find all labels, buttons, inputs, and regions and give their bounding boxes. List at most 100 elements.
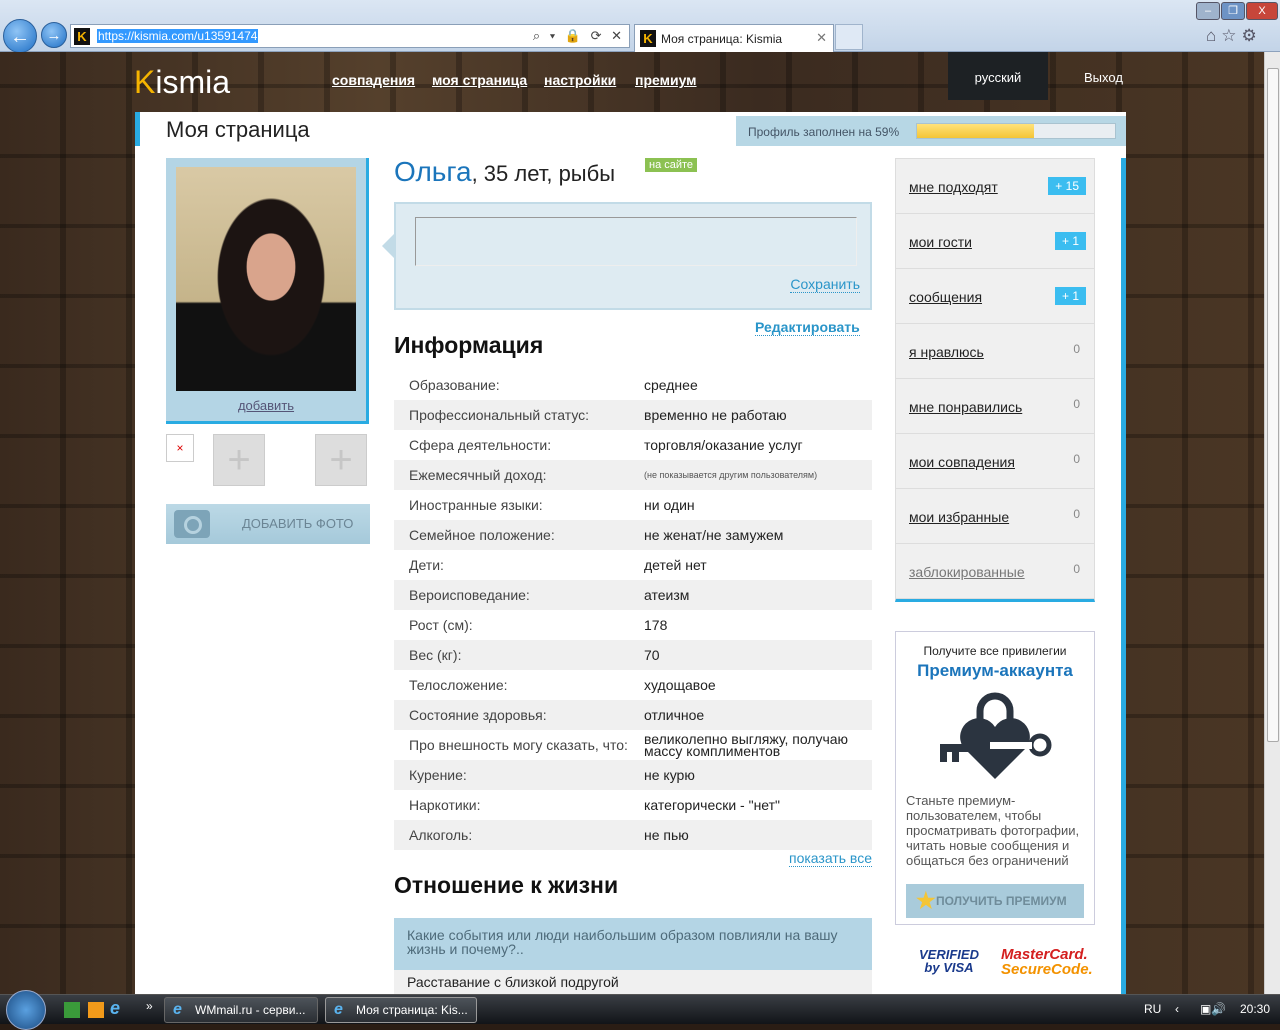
nav-settings[interactable]: настройки (544, 72, 616, 88)
address-tools-icons[interactable]: ⌕ ▾ 🔒 ⟳ ✕ (533, 28, 625, 44)
premium-text: Станьте премиум-пользователем, чтобы про… (906, 793, 1080, 868)
tray-expand-icon[interactable]: ‹ (1175, 1002, 1179, 1016)
star-icon: ★ (916, 888, 936, 913)
nav-my-page[interactable]: моя страница (432, 72, 527, 88)
info-heading: Информация (394, 332, 544, 358)
info-label: Профессиональный статус: (409, 407, 590, 423)
new-tab-button[interactable] (835, 24, 863, 50)
info-label: Ежемесячный доход: (409, 467, 547, 483)
language-selector[interactable]: русский (948, 52, 1048, 100)
info-label: Семейное положение: (409, 527, 555, 543)
mastercard-securecode-logo: MasterCard. SecureCode. (1001, 947, 1093, 977)
menu-item[interactable]: заблокированные 0 (896, 544, 1094, 599)
life-heading: Отношение к жизни (394, 872, 619, 898)
info-label: Вес (кг): (409, 647, 462, 663)
add-photo-button[interactable]: ДОБАВИТЬ ФОТО (166, 504, 370, 544)
profile-progress: Профиль заполнен на 59% (736, 116, 1126, 146)
menu-item[interactable]: я нравлюсь 0 (896, 324, 1094, 379)
menu-item[interactable]: мне подходят + 15 (896, 159, 1094, 214)
info-value: не курю (644, 767, 695, 783)
broken-image-icon: × (166, 434, 194, 462)
visa-line2: by VISA (924, 960, 974, 975)
life-answer: Расставание с близкой подругой (394, 970, 872, 994)
menu-item[interactable]: мои совпадения 0 (896, 434, 1094, 489)
menu-item[interactable]: мне понравились 0 (896, 379, 1094, 434)
menu-link[interactable]: мне подходят (909, 179, 998, 195)
profile-photo[interactable] (176, 167, 356, 391)
profile-photo-frame: добавить (166, 158, 369, 424)
add-thumbnail-button[interactable]: + (213, 434, 265, 486)
forward-button[interactable]: → (41, 22, 67, 48)
mc-line2: SecureCode. (1001, 961, 1093, 978)
add-photo-link[interactable]: добавить (166, 398, 366, 413)
camera-icon (174, 510, 210, 538)
home-favorites-tools-icons[interactable]: ⌂☆⚙ (1206, 26, 1262, 46)
ie-quicklaunch-icon[interactable]: e (110, 998, 120, 1019)
menu-count: 0 (1073, 562, 1080, 576)
info-value: отличное (644, 707, 705, 723)
menu-link[interactable]: мои гости (909, 234, 972, 250)
close-tab-icon[interactable]: ✕ (816, 30, 827, 46)
status-box: Сохранить (382, 202, 872, 310)
start-button[interactable] (6, 990, 46, 1030)
menu-item[interactable]: сообщения + 1 (896, 269, 1094, 324)
browser-tab[interactable]: K Моя страница: Kismia ✕ (634, 24, 834, 52)
url-text[interactable]: https://kismia.com/u13591474 (97, 29, 259, 43)
nav-matches[interactable]: совпадения (332, 72, 415, 88)
info-row: Алкоголь: не пью (394, 820, 872, 850)
info-row: Вес (кг): 70 (394, 640, 872, 670)
premium-line2: Премиум-аккаунта (917, 661, 1073, 680)
menu-link[interactable]: мне понравились (909, 399, 1022, 415)
minimize-button[interactable]: – (1196, 2, 1220, 20)
info-value: худощавое (644, 677, 716, 693)
info-value: не женат/не замужем (644, 527, 784, 543)
info-label: Телосложение: (409, 677, 508, 693)
tab-favicon: K (640, 30, 656, 47)
back-button[interactable]: ← (3, 19, 37, 53)
get-premium-label: ПОЛУЧИТЬ ПРЕМИУМ (936, 894, 1067, 908)
menu-link[interactable]: заблокированные (909, 564, 1025, 580)
menu-link[interactable]: я нравлюсь (909, 344, 984, 360)
network-volume-icons[interactable]: ▣🔊 (1200, 1002, 1226, 1016)
profile-heading: Ольга, 35 лет, рыбы (394, 156, 615, 188)
language-indicator[interactable]: RU (1144, 1002, 1161, 1016)
info-row: Дети: детей нет (394, 550, 872, 580)
menu-link[interactable]: мои совпадения (909, 454, 1015, 470)
info-value: атеизм (644, 587, 690, 603)
page-scrollbar[interactable] (1264, 52, 1280, 994)
web-page: Kismia совпадения моя страница настройки… (0, 52, 1264, 994)
kismia-logo[interactable]: Kismia (134, 64, 230, 101)
address-bar[interactable]: K https://kismia.com/u13591474 ⌕ ▾ 🔒 ⟳ ✕ (70, 24, 630, 48)
menu-count: 0 (1073, 397, 1080, 411)
menu-link[interactable]: мои избранные (909, 509, 1009, 525)
show-all-link[interactable]: показать все (789, 850, 872, 867)
menu-link[interactable]: сообщения (909, 289, 982, 305)
scrollbar-thumb[interactable] (1267, 68, 1279, 742)
info-label: Про внешность могу сказать, что: (409, 737, 628, 753)
utorrent-icon[interactable] (64, 1002, 80, 1018)
restore-button[interactable]: ❐ (1221, 2, 1245, 20)
info-label: Наркотики: (409, 797, 481, 813)
logout-link[interactable]: Выход (1084, 70, 1123, 85)
info-value: не пью (644, 827, 689, 843)
get-premium-button[interactable]: ★ ПОЛУЧИТЬ ПРЕМИУМ (906, 884, 1084, 918)
taskbar-item[interactable]: e WMmail.ru - серви... (164, 997, 318, 1023)
taskbar-item-active[interactable]: e Моя страница: Kis... (325, 997, 477, 1023)
info-value: 70 (644, 647, 660, 663)
media-player-icon[interactable] (88, 1002, 104, 1018)
browser-toolbar: ← → K https://kismia.com/u13591474 ⌕ ▾ 🔒… (0, 0, 1280, 53)
heart-lock-key-icon (940, 692, 1052, 779)
close-window-button[interactable]: X (1246, 2, 1278, 20)
clock[interactable]: 20:30 (1240, 1002, 1270, 1016)
info-label: Рост (см): (409, 617, 473, 633)
menu-item[interactable]: мои избранные 0 (896, 489, 1094, 544)
quicklaunch-overflow-icon[interactable]: » (146, 999, 153, 1013)
menu-item[interactable]: мои гости + 1 (896, 214, 1094, 269)
save-link[interactable]: Сохранить (790, 276, 860, 293)
edit-link[interactable]: Редактировать (755, 319, 860, 336)
info-row: Образование: среднее (394, 370, 872, 400)
info-row: Состояние здоровья: отличное (394, 700, 872, 730)
nav-premium[interactable]: премиум (635, 72, 697, 88)
status-input[interactable] (415, 217, 857, 266)
add-thumbnail-button[interactable]: + (315, 434, 367, 486)
